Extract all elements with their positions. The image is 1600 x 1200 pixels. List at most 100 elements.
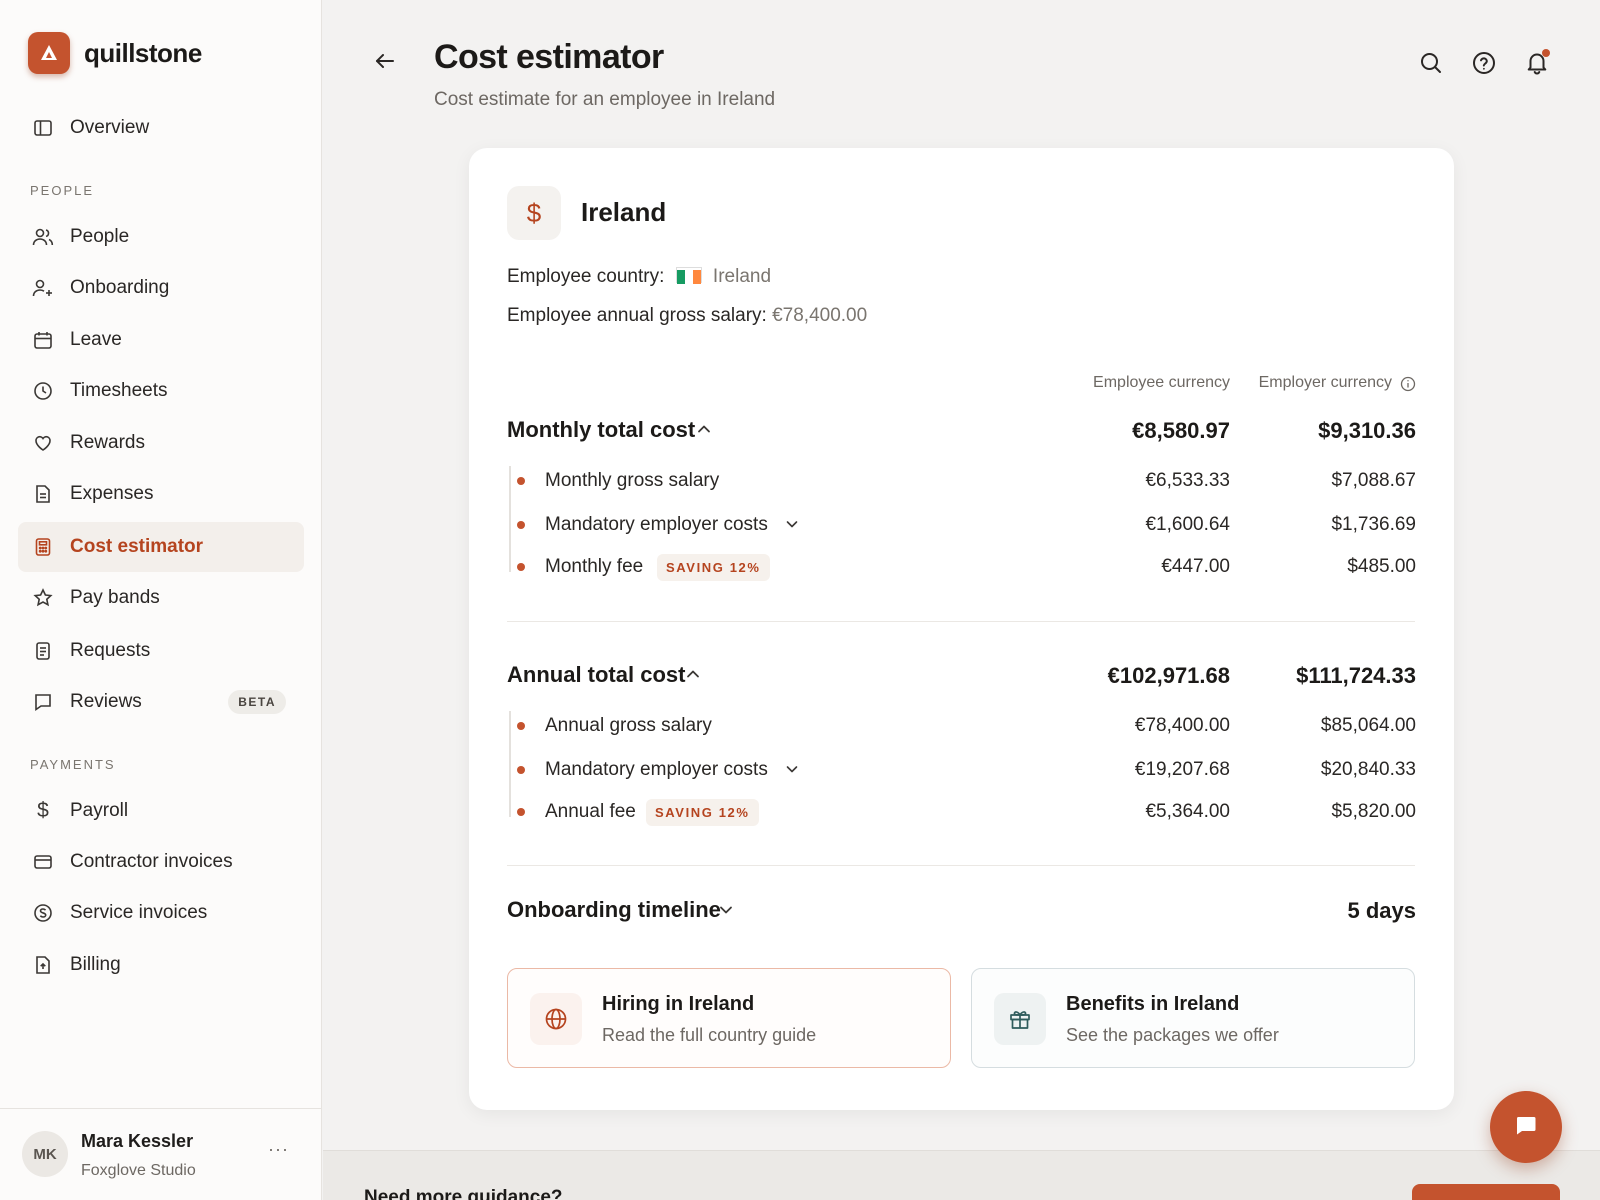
search-icon[interactable] [1418, 50, 1444, 76]
sidebar-item-people[interactable]: People [18, 212, 304, 262]
users-icon [32, 226, 54, 248]
clock-icon [32, 380, 54, 402]
sidebar-item-overview[interactable]: Overview [18, 103, 304, 153]
sidebar-item-billing[interactable]: Billing [18, 940, 304, 990]
help-icon[interactable] [1471, 50, 1497, 76]
row-amount-employer: $85,064.00 [1320, 715, 1416, 736]
sidebar-item-payroll[interactable]: $ Payroll [18, 786, 304, 836]
divider [507, 865, 1415, 866]
tree-line [509, 466, 511, 572]
back-arrow-icon[interactable] [372, 48, 398, 74]
employee-country: Employee country: Ireland [507, 266, 771, 288]
ireland-flag-icon [675, 267, 702, 284]
chevron-up-icon[interactable] [684, 665, 702, 683]
tree-line [509, 711, 511, 817]
sidebar-item-label: Contractor invoices [70, 851, 233, 872]
chevron-down-icon[interactable] [784, 761, 800, 777]
divider [507, 621, 1415, 622]
row-label[interactable]: Mandatory employer costs [545, 759, 768, 781]
chevron-down-icon[interactable] [784, 516, 800, 532]
country-title: Ireland [581, 197, 667, 227]
sidebar-item-timesheets[interactable]: Timesheets [18, 366, 304, 416]
sidebar-item-label: Leave [70, 329, 122, 350]
sidebar-item-contractor-invoices[interactable]: Contractor invoices [18, 837, 304, 887]
calendar-icon [32, 329, 54, 351]
hiring-guide-card[interactable]: Hiring in Ireland Read the full country … [507, 968, 951, 1068]
column-header-employee: Employee currency [1093, 374, 1230, 391]
employee-salary: Employee annual gross salary: €78,400.00 [507, 305, 867, 327]
user-name: Mara Kessler [81, 1131, 194, 1151]
row-label[interactable]: Mandatory employer costs [545, 514, 768, 536]
annual-total-employer: $111,724.33 [1296, 663, 1416, 688]
bullet [517, 808, 525, 816]
chevron-down-icon[interactable] [717, 901, 735, 919]
bell-icon[interactable] [1524, 49, 1550, 76]
annual-total-title[interactable]: Annual total cost [507, 662, 685, 688]
column-header-employer: Employer currency [1258, 374, 1392, 391]
sidebar-item-rewards[interactable]: Rewards [18, 418, 304, 468]
bullet [517, 722, 525, 730]
credit-card-icon [32, 851, 54, 873]
gift-icon [994, 993, 1046, 1045]
brand-logo[interactable]: quillstone [28, 32, 202, 74]
user-profile[interactable]: MK Mara Kessler Foxglove Studio ··· [0, 1108, 322, 1200]
sidebar-item-pay-bands[interactable]: Pay bands [18, 573, 304, 623]
dollar-icon: $ [37, 799, 49, 822]
link-card-subtitle: See the packages we offer [1066, 1025, 1279, 1045]
sidebar-item-label: People [70, 226, 130, 247]
more-icon[interactable]: ··· [268, 1139, 289, 1160]
sidebar-item-label: Reviews [70, 691, 142, 712]
user-org: Foxglove Studio [81, 1162, 196, 1179]
sidebar-item-reviews[interactable]: Reviews BETA [18, 677, 304, 727]
sidebar-item-label: Expenses [70, 483, 154, 504]
row-amount-employee: €19,207.68 [1134, 759, 1230, 780]
monthly-total-title[interactable]: Monthly total cost [507, 417, 695, 443]
sidebar-item-label: Rewards [70, 432, 145, 453]
chevron-up-icon[interactable] [695, 420, 713, 438]
section-label-people: PEOPLE [30, 183, 95, 198]
monthly-total-employee: €8,580.97 [1132, 418, 1230, 443]
row-amount-employer: $485.00 [1347, 556, 1416, 577]
sidebar-item-label: Payroll [70, 800, 129, 821]
onboarding-timeline-value: 5 days [1347, 898, 1417, 923]
heart-icon [32, 432, 54, 454]
sidebar-item-requests[interactable]: Requests [18, 626, 304, 676]
saving-badge: SAVING 12% [646, 799, 759, 826]
row-label: Monthly fee [545, 556, 644, 577]
guidance-button[interactable] [1412, 1184, 1560, 1200]
row-amount-employee: €78,400.00 [1134, 715, 1230, 736]
panel-icon [32, 117, 54, 139]
link-card-title: Hiring in Ireland [602, 993, 755, 1015]
sidebar-item-label: Overview [70, 117, 150, 138]
sidebar: quillstone Overview PEOPLE People Onboar… [0, 0, 322, 1200]
page-title: Cost estimator [434, 38, 664, 76]
calculator-icon [32, 536, 54, 558]
sidebar-item-cost-estimator[interactable]: Cost estimator [18, 522, 304, 572]
guidance-footer: Need more guidance? [323, 1150, 1600, 1200]
cost-estimate-card: $ Ireland Employee country: Ireland Empl… [469, 148, 1454, 1110]
benefits-card[interactable]: Benefits in Ireland See the packages we … [971, 968, 1415, 1068]
sidebar-item-service-invoices[interactable]: Service invoices [18, 888, 304, 938]
sidebar-item-label: Cost estimator [70, 536, 204, 557]
sidebar-item-expenses[interactable]: Expenses [18, 469, 304, 519]
row-amount-employee: €1,600.64 [1145, 514, 1230, 535]
info-icon[interactable] [1400, 376, 1416, 392]
avatar: MK [22, 1131, 68, 1177]
user-plus-icon [32, 277, 54, 299]
star-icon [32, 587, 54, 609]
bullet [517, 563, 525, 571]
chat-icon [1513, 1112, 1539, 1143]
row-amount-employee: €5,364.00 [1145, 801, 1230, 822]
bullet [517, 521, 525, 529]
sidebar-item-leave[interactable]: Leave [18, 315, 304, 365]
annual-total-employee: €102,971.68 [1107, 663, 1230, 688]
link-card-subtitle: Read the full country guide [602, 1025, 817, 1045]
logo-mark-icon [28, 32, 70, 74]
onboarding-timeline-title[interactable]: Onboarding timeline [507, 897, 721, 923]
guidance-text: Need more guidance? [364, 1187, 563, 1200]
sidebar-item-onboarding[interactable]: Onboarding [18, 263, 304, 313]
row-label: Annual fee [545, 801, 636, 822]
chat-button[interactable] [1490, 1091, 1562, 1163]
sidebar-item-label: Pay bands [70, 587, 160, 608]
dollar-icon: $ [507, 186, 561, 240]
